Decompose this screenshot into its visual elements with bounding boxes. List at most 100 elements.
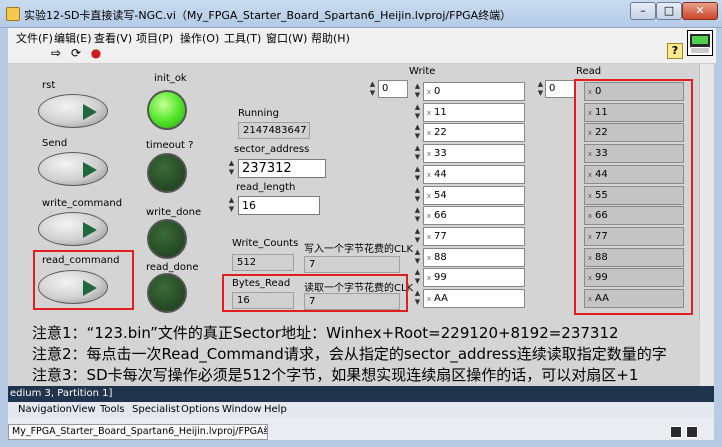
bg-menu-window[interactable]: Window bbox=[222, 402, 261, 418]
status-square-icon bbox=[670, 426, 682, 438]
write-clk-label: 写入一个字节花费的CLK bbox=[304, 244, 414, 255]
sector-address-increment-icon[interactable]: ▲ ▼ bbox=[227, 159, 236, 178]
write-value: 11 bbox=[434, 106, 447, 118]
write-cell[interactable]: x 33 bbox=[423, 144, 525, 164]
note-1: 注意1：“123.bin”文件的真正Sector地址：Winhex+Root=2… bbox=[32, 324, 619, 342]
window-title: 实验12-SD卡直接读写-NGC.vi（My_FPGA_Starter_Boar… bbox=[24, 9, 512, 22]
bg-menu-view[interactable]: View bbox=[72, 402, 96, 418]
rst-indicator-triangle bbox=[83, 104, 97, 120]
write-cell[interactable]: x 54 bbox=[423, 185, 525, 205]
bg-menu-tools[interactable]: Tools bbox=[100, 402, 125, 418]
write-counts-indicator: 512 bbox=[232, 254, 294, 271]
write-value: 88 bbox=[434, 251, 447, 263]
bytes-read-highlight-box bbox=[222, 274, 408, 312]
read-length-input[interactable]: 16 bbox=[238, 196, 320, 215]
send-label: Send bbox=[42, 138, 68, 149]
close-button[interactable]: ✕ bbox=[682, 2, 718, 20]
write-cell[interactable]: x 66 bbox=[423, 206, 525, 226]
toolbar: ⇨ ⟳ ● bbox=[8, 44, 716, 64]
read-length-increment-icon[interactable]: ▲ ▼ bbox=[227, 196, 236, 215]
read-array-index[interactable]: 0 bbox=[545, 80, 575, 98]
write-value-increment-icon[interactable]: ▲ ▼ bbox=[413, 206, 422, 225]
write-command-label: write_command bbox=[42, 198, 123, 209]
write-cell[interactable]: x 77 bbox=[423, 226, 525, 246]
write-value: 44 bbox=[434, 168, 447, 180]
background-window-menu: Navigation View Tools Specialist Options… bbox=[8, 402, 714, 418]
write-value-increment-icon[interactable]: ▲ ▼ bbox=[413, 268, 422, 287]
window-frame-right bbox=[714, 28, 722, 447]
hex-radix-icon: x bbox=[426, 253, 432, 262]
bg-menu-help[interactable]: Help bbox=[264, 402, 287, 418]
read-length-label: read_length bbox=[236, 182, 296, 193]
write-array-index[interactable]: 0 bbox=[378, 80, 408, 98]
hex-radix-icon: x bbox=[426, 191, 432, 200]
hex-radix-icon: x bbox=[426, 170, 432, 179]
bg-menu-navigation[interactable]: Navigation bbox=[18, 402, 72, 418]
status-square-icon bbox=[686, 426, 698, 438]
note-3: 注意3：SD卡每次写操作必须是512个字节，如果想实现连续扇区操作的话，可以对扇… bbox=[32, 366, 639, 384]
read-done-label: read_done bbox=[146, 262, 199, 273]
run-arrow-icon[interactable]: ⇨ bbox=[48, 46, 64, 61]
write-cell[interactable]: x 11 bbox=[423, 102, 525, 122]
write-cell[interactable]: x 44 bbox=[423, 164, 525, 184]
hex-radix-icon: x bbox=[426, 295, 432, 303]
timeout-led bbox=[147, 153, 187, 193]
write-value: 66 bbox=[434, 210, 447, 222]
note-2: 注意2：每点击一次Read_Command请求，会从指定的sector_addr… bbox=[32, 345, 667, 363]
hex-radix-icon: x bbox=[426, 150, 432, 159]
write-cell[interactable]: x 99 bbox=[423, 268, 525, 288]
read-index-increment-icon[interactable]: ▲ ▼ bbox=[536, 80, 545, 99]
rst-button[interactable] bbox=[38, 94, 108, 128]
timeout-label: timeout ? bbox=[146, 140, 194, 151]
read-command-highlight-box bbox=[33, 250, 134, 310]
write-value-increment-icon[interactable]: ▲ ▼ bbox=[413, 289, 422, 308]
hex-radix-icon: x bbox=[426, 274, 432, 283]
abort-icon[interactable]: ● bbox=[88, 46, 104, 61]
hex-radix-icon: x bbox=[426, 212, 432, 221]
bg-menu-specialist[interactable]: Specialist bbox=[132, 402, 180, 418]
write-done-label: write_done bbox=[146, 207, 202, 218]
write-value-increment-icon[interactable]: ▲ ▼ bbox=[413, 144, 422, 163]
write-clk-indicator: 7 bbox=[304, 256, 400, 273]
write-array-label: Write bbox=[409, 66, 436, 77]
context-help-button[interactable]: ? bbox=[667, 43, 683, 59]
write-value-increment-icon[interactable]: ▲ ▼ bbox=[413, 123, 422, 142]
write-value-increment-icon[interactable]: ▲ ▼ bbox=[413, 186, 422, 205]
send-button[interactable] bbox=[38, 152, 108, 186]
write-value: 22 bbox=[434, 127, 447, 139]
write-cell[interactable]: x0 bbox=[423, 82, 525, 101]
hex-radix-icon: x bbox=[426, 129, 432, 138]
send-indicator-triangle bbox=[83, 162, 97, 178]
write-value-increment-icon[interactable]: ▲ ▼ bbox=[413, 82, 422, 101]
write-value-increment-icon[interactable]: ▲ ▼ bbox=[413, 165, 422, 184]
bg-menu-options[interactable]: Options bbox=[181, 402, 220, 418]
write-value: AA bbox=[434, 293, 448, 304]
write-command-button[interactable] bbox=[38, 212, 108, 246]
write-cell[interactable]: x AA bbox=[423, 289, 525, 308]
write-value-increment-icon[interactable]: ▲ ▼ bbox=[413, 227, 422, 246]
write-cell[interactable]: x 88 bbox=[423, 247, 525, 267]
background-window-titlebar: edium 3, Partition 1] bbox=[8, 386, 714, 402]
write-index-increment-icon[interactable]: ▲ ▼ bbox=[368, 80, 377, 99]
write-cell[interactable]: x 22 bbox=[423, 123, 525, 143]
sector-address-input[interactable]: 237312 bbox=[238, 159, 326, 178]
sector-address-label: sector_address bbox=[234, 144, 310, 155]
status-icons bbox=[640, 424, 710, 440]
write-value-increment-icon[interactable]: ▲ ▼ bbox=[413, 248, 422, 267]
write-value: 54 bbox=[434, 189, 447, 201]
running-indicator: 2147483647 bbox=[238, 122, 310, 139]
read-array-highlight-box bbox=[574, 79, 693, 315]
hex-radix-icon: x bbox=[426, 108, 432, 117]
write-value: 99 bbox=[434, 272, 447, 284]
labview-vi-icon bbox=[6, 7, 20, 21]
write-value: 0 bbox=[434, 86, 441, 97]
window-frame-bottom bbox=[0, 440, 722, 447]
maximize-button[interactable]: □ bbox=[656, 2, 682, 20]
write-value-increment-icon[interactable]: ▲ ▼ bbox=[413, 103, 422, 122]
rst-label: rst bbox=[42, 80, 56, 91]
window-frame-left bbox=[0, 28, 8, 447]
run-continuously-icon[interactable]: ⟳ bbox=[68, 46, 84, 61]
minimize-button[interactable]: – bbox=[630, 2, 656, 20]
vertical-scrollbar[interactable] bbox=[699, 64, 714, 386]
hex-radix-icon: x bbox=[426, 232, 432, 241]
